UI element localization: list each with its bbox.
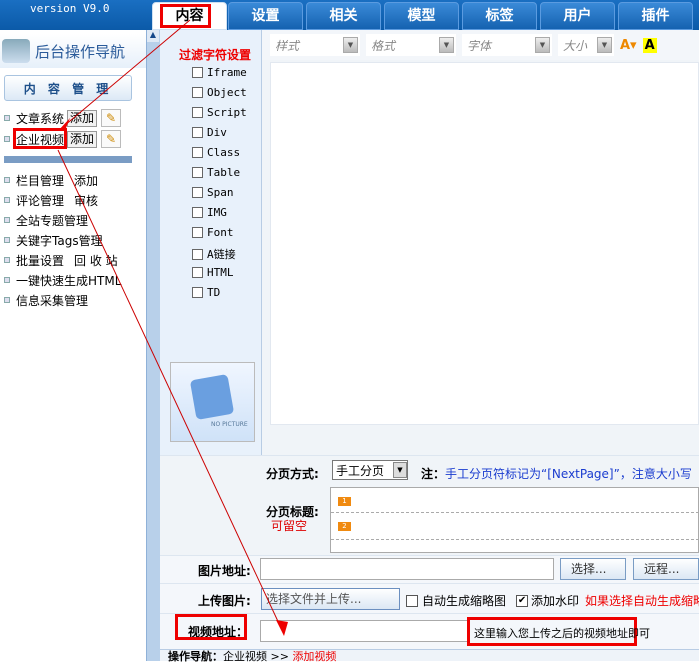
annotation-arrows [57,19,288,636]
arrow-line [63,19,191,127]
arrowhead-icon [276,620,288,636]
arrow-line [57,149,283,631]
arrowhead-icon [58,118,70,131]
